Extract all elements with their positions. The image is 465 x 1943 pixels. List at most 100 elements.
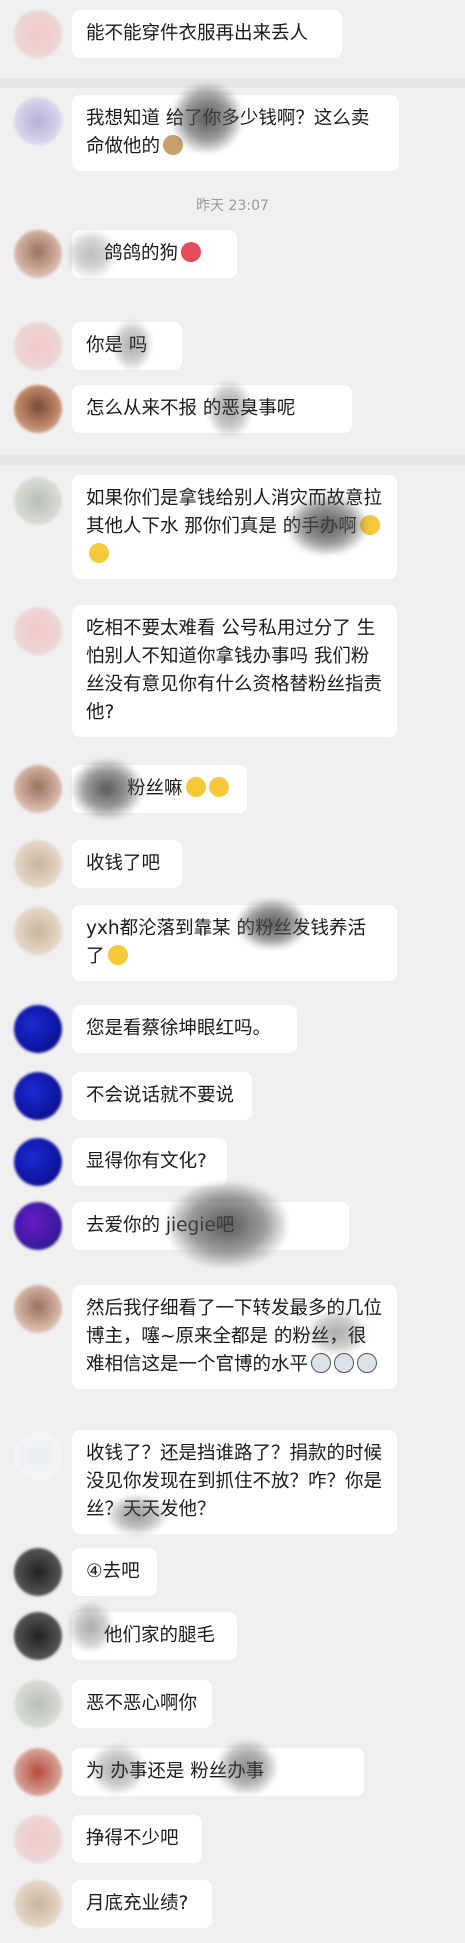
message-bubble[interactable]: 鸽鸽的狗 — [66, 230, 237, 278]
avatar[interactable] — [14, 322, 62, 370]
message-bubble[interactable]: yxh都沦落到靠某 的粉丝发钱养活了 — [72, 899, 397, 981]
avatar[interactable] — [14, 1432, 62, 1480]
husky-face-icon — [311, 1353, 332, 1373]
message-bubble[interactable]: 他们家的腿毛 — [68, 1602, 237, 1660]
smile-face-icon — [107, 945, 128, 965]
message-bubble[interactable]: 你是 吗 — [72, 320, 182, 370]
message-text: 恶不恶心啊你 — [86, 1693, 198, 1714]
husky-face-icon — [357, 1353, 378, 1373]
message-bubble[interactable]: 为 办事还是 粉丝办事 — [72, 1740, 364, 1796]
message-bubble[interactable]: 收钱了？还是挡谁路了？捐款的时候没见你发现在到抓住不放？咋？你是 丝？天天发他？ — [72, 1430, 397, 1535]
message-bubble[interactable]: 不会说话就不要说 — [72, 1072, 252, 1120]
message-text: 显得你有文化? — [86, 1151, 207, 1172]
avatar[interactable] — [14, 1612, 62, 1660]
message-row: 怎么从来不报 的恶臭事呢 — [0, 381, 465, 437]
avatar[interactable] — [14, 230, 62, 278]
message-text: 如果你们是拿钱给别人消灾而故意拉其他人下水 那你们真是 的手办啊 — [86, 485, 383, 569]
message-row: 收钱了？还是挡谁路了？捐款的时候没见你发现在到抓住不放？咋？你是 丝？天天发他？ — [0, 1430, 465, 1535]
message-row: 月底充业绩? — [0, 1880, 465, 1932]
message-text: 他们家的腿毛 — [104, 1625, 216, 1646]
avatar[interactable] — [14, 1072, 62, 1120]
message-bubble[interactable]: 能不能穿件衣服再出来丢人 — [72, 10, 342, 58]
avatar[interactable] — [14, 477, 62, 525]
message-row: 收钱了吧 — [0, 840, 465, 892]
message-row: 如果你们是拿钱给别人消灾而故意拉其他人下水 那你们真是 的手办啊 — [0, 475, 465, 579]
message-bubble[interactable]: 恶不恶心啊你 — [72, 1680, 212, 1728]
avatar[interactable] — [14, 385, 62, 433]
message-text: ④去吧 — [86, 1561, 140, 1582]
shy-face-icon — [89, 543, 109, 563]
avatar[interactable] — [14, 1005, 62, 1053]
message-bubble[interactable]: ④去吧 — [72, 1548, 157, 1596]
message-bubble[interactable]: 去爱你的 jiegie吧 — [72, 1182, 349, 1267]
message-bubble[interactable]: 如果你们是拿钱给别人消灾而故意拉其他人下水 那你们真是 的手办啊 — [72, 475, 397, 579]
message-row: 显得你有文化? — [0, 1138, 465, 1190]
message-row: 你是 吗 — [0, 320, 465, 374]
message-bubble[interactable]: 吃相不要太难看 公号私用过分了 生怕别人不知道你拿钱办事吗 我们粉丝没有意见你有… — [72, 605, 397, 737]
message-bubble[interactable]: 显得你有文化? — [72, 1138, 227, 1186]
section-divider — [0, 78, 465, 88]
dog-face-icon — [163, 135, 184, 155]
avatar[interactable] — [14, 1548, 62, 1596]
message-text: 鸽鸽的狗 — [104, 240, 223, 268]
message-text: 我想知道 给了你多少钱啊？这么卖命做他的 — [86, 108, 370, 157]
message-text: 为 办事还是 粉丝办事 — [86, 1761, 265, 1782]
message-text: 挣得不少吧 — [86, 1828, 179, 1849]
message-row: 恶不恶心啊你 — [0, 1680, 465, 1732]
message-row: 吃相不要太难看 公号私用过分了 生怕别人不知道你拿钱办事吗 我们粉丝没有意见你有… — [0, 605, 465, 737]
message-bubble[interactable]: 怎么从来不报 的恶臭事呢 — [72, 381, 352, 437]
message-row: 然后我仔细看了一下转发最多的几位博主，噻~原来全都是 的粉丝，很难相信这是一个官… — [0, 1285, 465, 1413]
message-text: 去爱你的 jiegie吧 — [86, 1215, 235, 1236]
message-text: yxh都沦落到靠某 的粉丝发钱养活了 — [86, 918, 367, 967]
avatar[interactable] — [14, 607, 62, 655]
message-text: 然后我仔细看了一下转发最多的几位博主，噻~原来全都是 的粉丝，很难相信这是一个官… — [86, 1298, 383, 1375]
pleading-face-icon — [185, 777, 206, 797]
message-text: 月底充业绩? — [86, 1893, 189, 1914]
message-text: 你是 吗 — [86, 335, 148, 356]
message-text: 能不能穿件衣服再出来丢人 — [86, 23, 309, 44]
section-divider — [0, 455, 465, 465]
avatar[interactable] — [14, 1815, 62, 1863]
message-bubble[interactable]: 您是看蔡徐坤眼红吗。 — [72, 1005, 297, 1053]
message-bubble[interactable]: 然后我仔细看了一下转发最多的几位博主，噻~原来全都是 的粉丝，很难相信这是一个官… — [72, 1285, 397, 1389]
message-bubble[interactable]: 我想知道 给了你多少钱啊？这么卖命做他的 — [72, 83, 399, 171]
avatar[interactable] — [14, 1880, 62, 1928]
heart-eyes-icon — [181, 242, 202, 262]
message-row: 鸽鸽的狗 — [0, 230, 465, 282]
timestamp: 昨天 23:07 — [196, 198, 269, 214]
message-row: 能不能穿件衣服再出来丢人 — [0, 8, 465, 60]
message-text: 吃相不要太难看 公号私用过分了 生怕别人不知道你拿钱办事吗 我们粉丝没有意见你有… — [86, 618, 383, 723]
message-text: 不会说话就不要说 — [86, 1085, 235, 1106]
message-row: 去爱你的 jiegie吧 — [0, 1182, 465, 1267]
husky-face-icon — [334, 1353, 355, 1373]
avatar[interactable] — [14, 97, 62, 145]
message-row: ④去吧 — [0, 1548, 465, 1600]
message-row: 不会说话就不要说 — [0, 1072, 465, 1124]
message-text: 您是看蔡徐坤眼红吗。 — [86, 1018, 272, 1039]
message-row: 挣得不少吧 — [0, 1815, 465, 1867]
hug-face-icon — [359, 515, 380, 535]
avatar[interactable] — [14, 840, 62, 888]
avatar[interactable] — [14, 1285, 62, 1333]
message-text: 收钱了？还是挡谁路了？捐款的时候没见你发现在到抓住不放？咋？你是 丝？天天发他？ — [86, 1443, 383, 1520]
message-bubble[interactable]: 挣得不少吧 — [72, 1815, 202, 1863]
avatar[interactable] — [14, 1202, 62, 1250]
message-text: 收钱了吧 — [86, 853, 161, 874]
avatar[interactable] — [14, 1138, 62, 1186]
message-bubble[interactable]: 月底充业绩? — [72, 1880, 212, 1928]
avatar[interactable] — [14, 1680, 62, 1728]
avatar[interactable] — [14, 1748, 62, 1796]
message-row: yxh都沦落到靠某 的粉丝发钱养活了 — [0, 899, 465, 985]
avatar[interactable] — [14, 907, 62, 955]
message-text: 怎么从来不报 的恶臭事呢 — [86, 398, 296, 419]
message-bubble[interactable]: 收钱了吧 — [72, 840, 182, 888]
avatar[interactable] — [14, 10, 62, 58]
message-row: 您是看蔡徐坤眼红吗。 — [0, 1005, 465, 1057]
message-row: 他们家的腿毛 — [0, 1602, 465, 1664]
avatar[interactable] — [14, 765, 62, 813]
message-row: 我想知道 给了你多少钱啊？这么卖命做他的 — [0, 83, 465, 175]
message-text: 粉丝嘛 — [127, 775, 233, 803]
message-row: 粉丝嘛 — [0, 759, 465, 819]
message-bubble[interactable]: 粉丝嘛 — [72, 759, 247, 819]
message-row: 为 办事还是 粉丝办事 — [0, 1740, 465, 1800]
